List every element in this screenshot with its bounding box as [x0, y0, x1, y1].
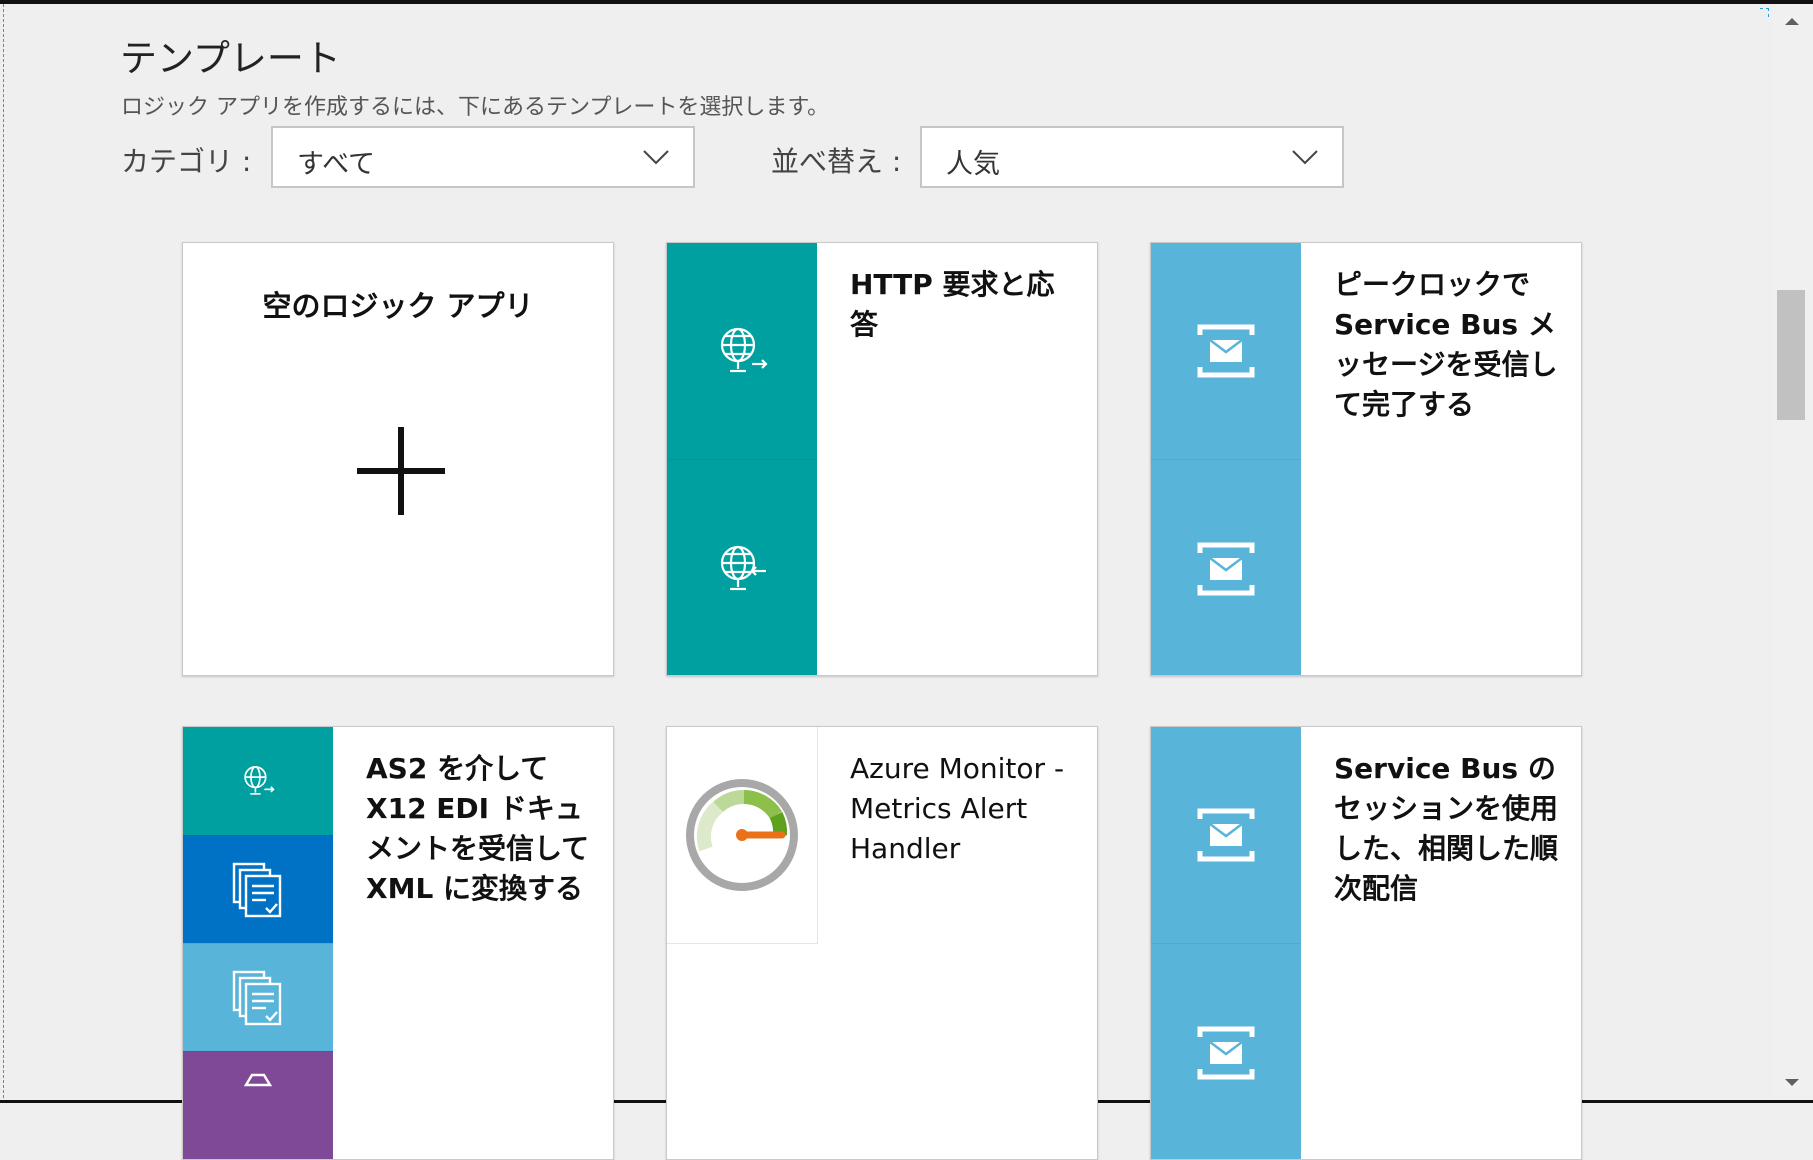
template-title: Service Bus のセッションを使用した、相関した順次配信	[1334, 752, 1559, 905]
service-bus-tile	[1151, 943, 1301, 1159]
sort-select[interactable]: 人気	[920, 126, 1344, 188]
scroll-thumb[interactable]	[1777, 290, 1805, 420]
vertical-scrollbar[interactable]	[1773, 4, 1813, 1100]
gauge-icon	[686, 779, 798, 891]
service-bus-tile	[1151, 727, 1301, 943]
category-label: カテゴリ :	[121, 145, 252, 178]
template-card-service-bus-peek-lock[interactable]: ピークロックで Service Bus メッセージを受信して完了する	[1150, 242, 1582, 676]
template-card-blank-logic-app[interactable]: 空のロジック アプリ	[182, 242, 614, 676]
globe-request-icon	[244, 766, 275, 795]
document-icon	[232, 970, 282, 1026]
transform-tile	[183, 1051, 333, 1159]
connector-strip	[1151, 727, 1301, 1159]
globe-response-icon	[720, 545, 766, 591]
azure-monitor-tile	[667, 727, 818, 944]
globe-request-icon	[720, 327, 768, 373]
request-tile	[667, 243, 817, 459]
sort-label: 並べ替え :	[771, 145, 902, 178]
chevron-down-icon	[643, 150, 669, 165]
window-top-border	[0, 0, 1813, 4]
x12-decode-tile	[183, 943, 333, 1052]
service-bus-icon	[1197, 324, 1255, 378]
service-bus-icon	[1197, 808, 1255, 862]
scroll-up-arrow-icon[interactable]	[1782, 14, 1802, 28]
sort-select-value: 人気	[946, 149, 1000, 180]
connector-strip	[183, 727, 333, 1159]
template-title: AS2 を介して X12 EDI ドキュメントを受信して XML に変換する	[366, 752, 590, 905]
window-corner-marker	[1760, 8, 1769, 17]
template-card-service-bus-sessions[interactable]: Service Bus のセッションを使用した、相関した順次配信	[1150, 726, 1582, 1160]
connector-strip	[1151, 243, 1301, 675]
template-card-azure-monitor-metrics-alert[interactable]: Azure Monitor - Metrics Alert Handler	[666, 726, 1098, 1160]
window-left-border	[3, 4, 4, 1103]
chevron-down-icon	[1292, 150, 1318, 165]
document-icon	[232, 862, 282, 918]
category-select[interactable]: すべて	[271, 126, 695, 188]
template-card-as2-x12-edi[interactable]: AS2 を介して X12 EDI ドキュメントを受信して XML に変換する	[182, 726, 614, 1160]
template-title: ピークロックで Service Bus メッセージを受信して完了する	[1334, 268, 1558, 421]
service-bus-icon	[1197, 1026, 1255, 1080]
integration-account-icon	[243, 1073, 273, 1087]
plus-icon	[357, 427, 445, 515]
template-title: 空のロジック アプリ	[262, 289, 534, 323]
template-title: Azure Monitor - Metrics Alert Handler	[850, 752, 1065, 865]
service-bus-tile	[1151, 243, 1301, 459]
category-select-value: すべて	[297, 149, 376, 180]
page-subtitle: ロジック アプリを作成するには、下にあるテンプレートを選択します。	[121, 95, 830, 120]
service-bus-tile	[1151, 459, 1301, 675]
response-tile	[667, 459, 817, 675]
page-title: テンプレート	[120, 37, 341, 80]
as2-decode-tile	[183, 835, 333, 944]
template-title: HTTP 要求と応答	[850, 268, 1055, 341]
template-card-http-request-response[interactable]: HTTP 要求と応答	[666, 242, 1098, 676]
service-bus-icon	[1197, 542, 1255, 596]
http-tile	[183, 727, 333, 835]
scroll-down-arrow-icon[interactable]	[1782, 1076, 1802, 1090]
connector-strip	[667, 243, 817, 675]
